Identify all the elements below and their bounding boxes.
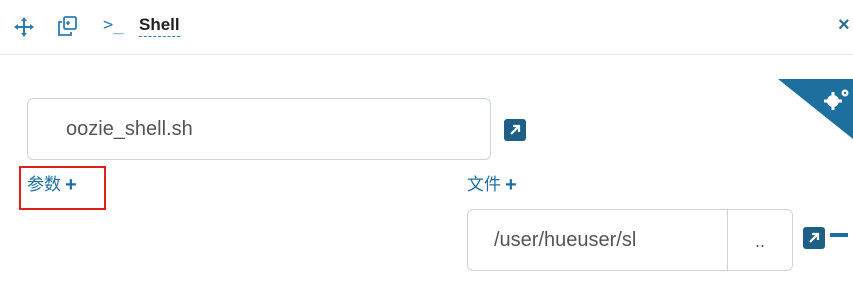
node-title[interactable]: Shell bbox=[139, 15, 180, 37]
script-path-input[interactable]: oozie_shell.sh bbox=[27, 98, 491, 160]
settings-ribbon[interactable] bbox=[778, 79, 853, 151]
files-label: 文件 bbox=[467, 175, 501, 194]
add-file-link[interactable]: 文件 + bbox=[467, 174, 517, 196]
external-link-icon[interactable] bbox=[504, 119, 526, 141]
close-icon[interactable]: × bbox=[838, 14, 850, 36]
move-icon[interactable] bbox=[13, 16, 35, 38]
file-path-group: /user/hueuser/sl .. bbox=[467, 209, 793, 271]
add-file-icon[interactable]: + bbox=[505, 174, 517, 196]
terminal-icon: >_ bbox=[103, 15, 124, 35]
clone-icon[interactable] bbox=[56, 15, 78, 37]
external-link-icon[interactable] bbox=[803, 227, 825, 249]
node-header: >_ Shell × bbox=[0, 0, 853, 55]
file-path-input[interactable]: /user/hueuser/sl bbox=[468, 210, 728, 270]
browse-button[interactable]: .. bbox=[728, 210, 792, 270]
highlight-box bbox=[19, 166, 106, 210]
remove-file-icon[interactable] bbox=[830, 233, 848, 237]
